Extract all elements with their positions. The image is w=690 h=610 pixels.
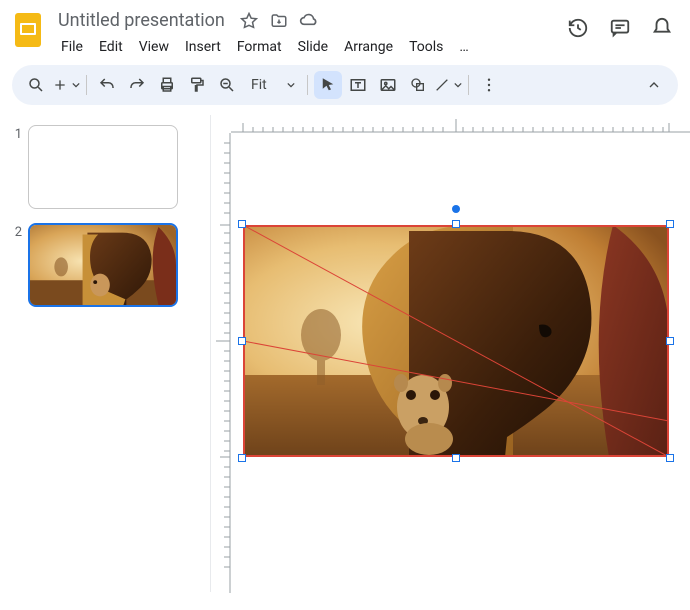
paint-format-button[interactable]	[183, 71, 211, 99]
resize-handle-s[interactable]	[452, 454, 460, 462]
menu-slide[interactable]: Slide	[291, 35, 335, 59]
notification-icon[interactable]	[650, 16, 674, 40]
vertical-ruler	[211, 133, 231, 610]
resize-handle-ne[interactable]	[666, 220, 674, 228]
main-area: 1 2	[0, 115, 690, 592]
comments-icon[interactable]	[608, 16, 632, 40]
selection-diagonal-2	[243, 225, 669, 457]
thumb-number: 1	[8, 125, 22, 209]
select-tool-button[interactable]	[314, 71, 342, 99]
horizontal-ruler	[231, 115, 690, 133]
slide-viewport[interactable]	[231, 133, 690, 592]
toolbar: Fit	[12, 65, 678, 105]
collapse-toolbar-button[interactable]	[640, 71, 668, 99]
menu-arrange[interactable]: Arrange	[337, 35, 400, 59]
undo-button[interactable]	[93, 71, 121, 99]
star-icon[interactable]	[239, 11, 259, 31]
cloud-status-icon[interactable]	[299, 11, 319, 31]
redo-button[interactable]	[123, 71, 151, 99]
resize-handle-e[interactable]	[666, 337, 674, 345]
resize-handle-sw[interactable]	[238, 454, 246, 462]
menu-format[interactable]: Format	[230, 35, 289, 59]
header-right	[566, 16, 674, 40]
app-header: Untitled presentation File Edit View Ins…	[0, 0, 690, 59]
thumbnail-image	[30, 225, 176, 305]
version-history-icon[interactable]	[566, 16, 590, 40]
toolbar-container: Fit	[0, 59, 690, 115]
title-area: Untitled presentation File Edit View Ins…	[54, 8, 556, 59]
shape-button[interactable]	[404, 71, 432, 99]
slides-logo[interactable]	[12, 10, 44, 50]
new-slide-button[interactable]	[52, 71, 80, 99]
resize-handle-se[interactable]	[666, 454, 674, 462]
resize-handle-nw[interactable]	[238, 220, 246, 228]
zoom-label: Fit	[251, 77, 267, 93]
doc-title[interactable]: Untitled presentation	[54, 8, 229, 33]
menu-view[interactable]: View	[132, 35, 176, 59]
rotation-handle[interactable]	[452, 205, 460, 213]
thumb-number: 2	[8, 223, 22, 307]
resize-handle-w[interactable]	[238, 337, 246, 345]
move-folder-icon[interactable]	[269, 11, 289, 31]
menu-insert[interactable]: Insert	[178, 35, 228, 59]
menu-tools[interactable]: Tools	[402, 35, 450, 59]
selected-image-object[interactable]	[243, 225, 669, 457]
resize-handle-n[interactable]	[452, 220, 460, 228]
slide-canvas-area[interactable]	[210, 115, 690, 592]
zoom-icon[interactable]	[213, 71, 241, 99]
textbox-button[interactable]	[344, 71, 372, 99]
slide-thumbnail-1[interactable]	[28, 125, 178, 209]
toolbar-separator	[307, 75, 308, 95]
menu-edit[interactable]: Edit	[92, 35, 130, 59]
thumb-row: 2	[8, 223, 202, 307]
slide-thumbnail-2[interactable]	[28, 223, 178, 307]
thumb-row: 1	[8, 125, 202, 209]
toolbar-separator	[86, 75, 87, 95]
toolbar-separator	[468, 75, 469, 95]
menu-file[interactable]: File	[54, 35, 90, 59]
menu-bar: File Edit View Insert Format Slide Arran…	[54, 35, 556, 59]
line-button[interactable]	[434, 71, 462, 99]
slide-thumbnail-panel[interactable]: 1 2	[0, 115, 210, 592]
menu-more[interactable]: …	[452, 35, 475, 59]
insert-image-button[interactable]	[374, 71, 402, 99]
more-tools-button[interactable]	[475, 71, 503, 99]
search-menus-icon[interactable]	[22, 71, 50, 99]
print-button[interactable]	[153, 71, 181, 99]
zoom-select[interactable]: Fit	[243, 72, 301, 98]
